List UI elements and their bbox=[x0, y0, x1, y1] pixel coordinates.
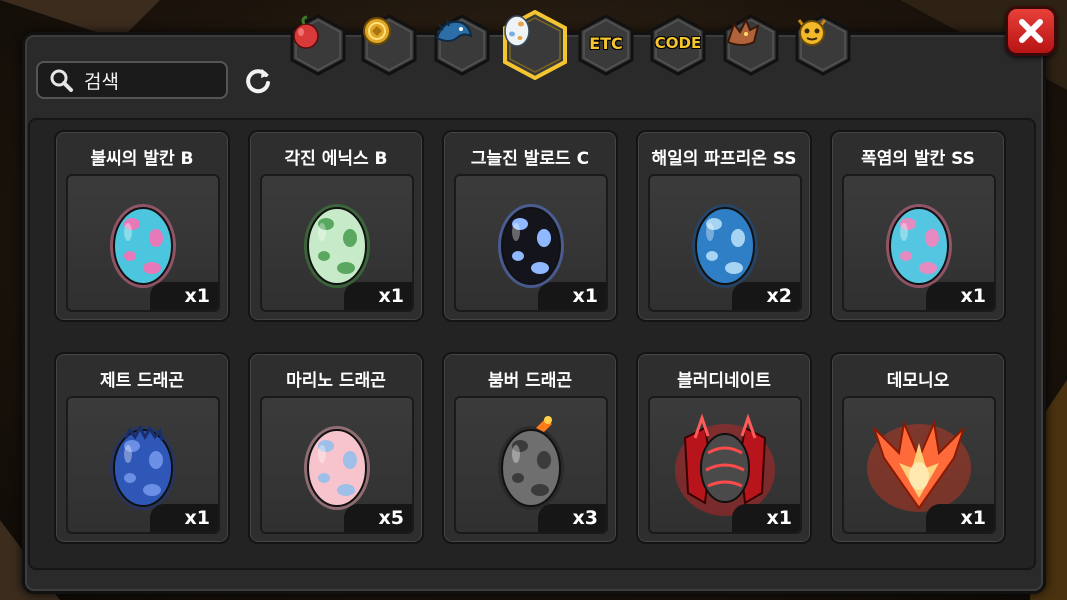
item-slot: x1 bbox=[648, 396, 802, 534]
item-name: 붐버 드래곤 bbox=[487, 371, 573, 391]
tab-code-label: CODE bbox=[654, 34, 702, 52]
tab-demon[interactable] bbox=[722, 14, 780, 76]
item-card[interactable]: 마리노 드래곤 x5 bbox=[248, 352, 424, 544]
tab-code[interactable]: CODE bbox=[649, 14, 707, 76]
item-count: x1 bbox=[926, 282, 994, 310]
close-icon bbox=[1019, 19, 1043, 43]
item-count: x2 bbox=[732, 282, 800, 310]
tab-dragon[interactable] bbox=[433, 14, 491, 76]
close-button[interactable] bbox=[1005, 6, 1057, 56]
item-slot: x1 bbox=[454, 174, 608, 312]
item-name: 불씨의 발칸 B bbox=[90, 149, 194, 169]
dragon-head-icon bbox=[433, 14, 491, 76]
item-count: x1 bbox=[150, 504, 218, 532]
item-slot: x1 bbox=[260, 174, 414, 312]
item-card[interactable]: 붐버 드래곤 x3 bbox=[442, 352, 618, 544]
item-slot: x5 bbox=[260, 396, 414, 534]
tab-gold[interactable] bbox=[360, 14, 418, 76]
item-name: 해일의 파프리온 SS bbox=[651, 149, 797, 169]
item-slot: x3 bbox=[454, 396, 608, 534]
refresh-button[interactable] bbox=[241, 64, 275, 98]
fruit-icon bbox=[289, 14, 347, 76]
egg-icon bbox=[502, 10, 568, 80]
item-name: 제트 드래곤 bbox=[99, 371, 185, 391]
tab-etc[interactable]: ETC bbox=[577, 14, 635, 76]
tab-egg[interactable] bbox=[502, 10, 568, 80]
item-name: 블러디네이트 bbox=[677, 371, 771, 391]
item-slot: x2 bbox=[648, 174, 802, 312]
item-card[interactable]: 각진 에닉스 B x1 bbox=[248, 130, 424, 322]
item-name: 폭염의 발칸 SS bbox=[861, 149, 975, 169]
item-name: 그늘진 발로드 C bbox=[470, 149, 590, 169]
item-count: x1 bbox=[926, 504, 994, 532]
search-placeholder: 검색 bbox=[84, 70, 119, 93]
search-icon bbox=[46, 65, 76, 95]
item-count: x3 bbox=[538, 504, 606, 532]
item-card[interactable]: 해일의 파프리온 SS x2 bbox=[636, 130, 812, 322]
search-input[interactable]: 검색 bbox=[36, 61, 228, 99]
item-count: x5 bbox=[344, 504, 412, 532]
tab-fruit[interactable] bbox=[289, 14, 347, 76]
item-name: 마리노 드래곤 bbox=[286, 371, 386, 391]
item-slot: x1 bbox=[66, 396, 220, 534]
tab-etc-label: ETC bbox=[589, 34, 623, 53]
item-count: x1 bbox=[344, 282, 412, 310]
item-card[interactable]: 그늘진 발로드 C x1 bbox=[442, 130, 618, 322]
item-name: 각진 에닉스 B bbox=[284, 149, 388, 169]
face-icon bbox=[794, 14, 852, 76]
gold-coin-icon bbox=[360, 14, 418, 76]
refresh-icon bbox=[246, 69, 270, 94]
item-card[interactable]: 불씨의 발칸 B x1 bbox=[54, 130, 230, 322]
item-slot: x1 bbox=[842, 396, 996, 534]
item-count: x1 bbox=[150, 282, 218, 310]
item-count: x1 bbox=[732, 504, 800, 532]
item-name: 데모니오 bbox=[886, 371, 950, 391]
demon-dragon-icon bbox=[722, 14, 780, 76]
item-count: x1 bbox=[538, 282, 606, 310]
item-slot: x1 bbox=[842, 174, 996, 312]
item-card[interactable]: 데모니오 x1 bbox=[830, 352, 1006, 544]
item-card[interactable]: 제트 드래곤 x1 bbox=[54, 352, 230, 544]
item-card[interactable]: 폭염의 발칸 SS x1 bbox=[830, 130, 1006, 322]
item-grid: 불씨의 발칸 B x1 각진 에닉스 B x1 그늘진 발로드 C x1 해일의 파프리온 … bbox=[28, 118, 1036, 570]
item-card[interactable]: 블러디네이트 x1 bbox=[636, 352, 812, 544]
tab-character[interactable] bbox=[794, 14, 852, 76]
item-slot: x1 bbox=[66, 174, 220, 312]
